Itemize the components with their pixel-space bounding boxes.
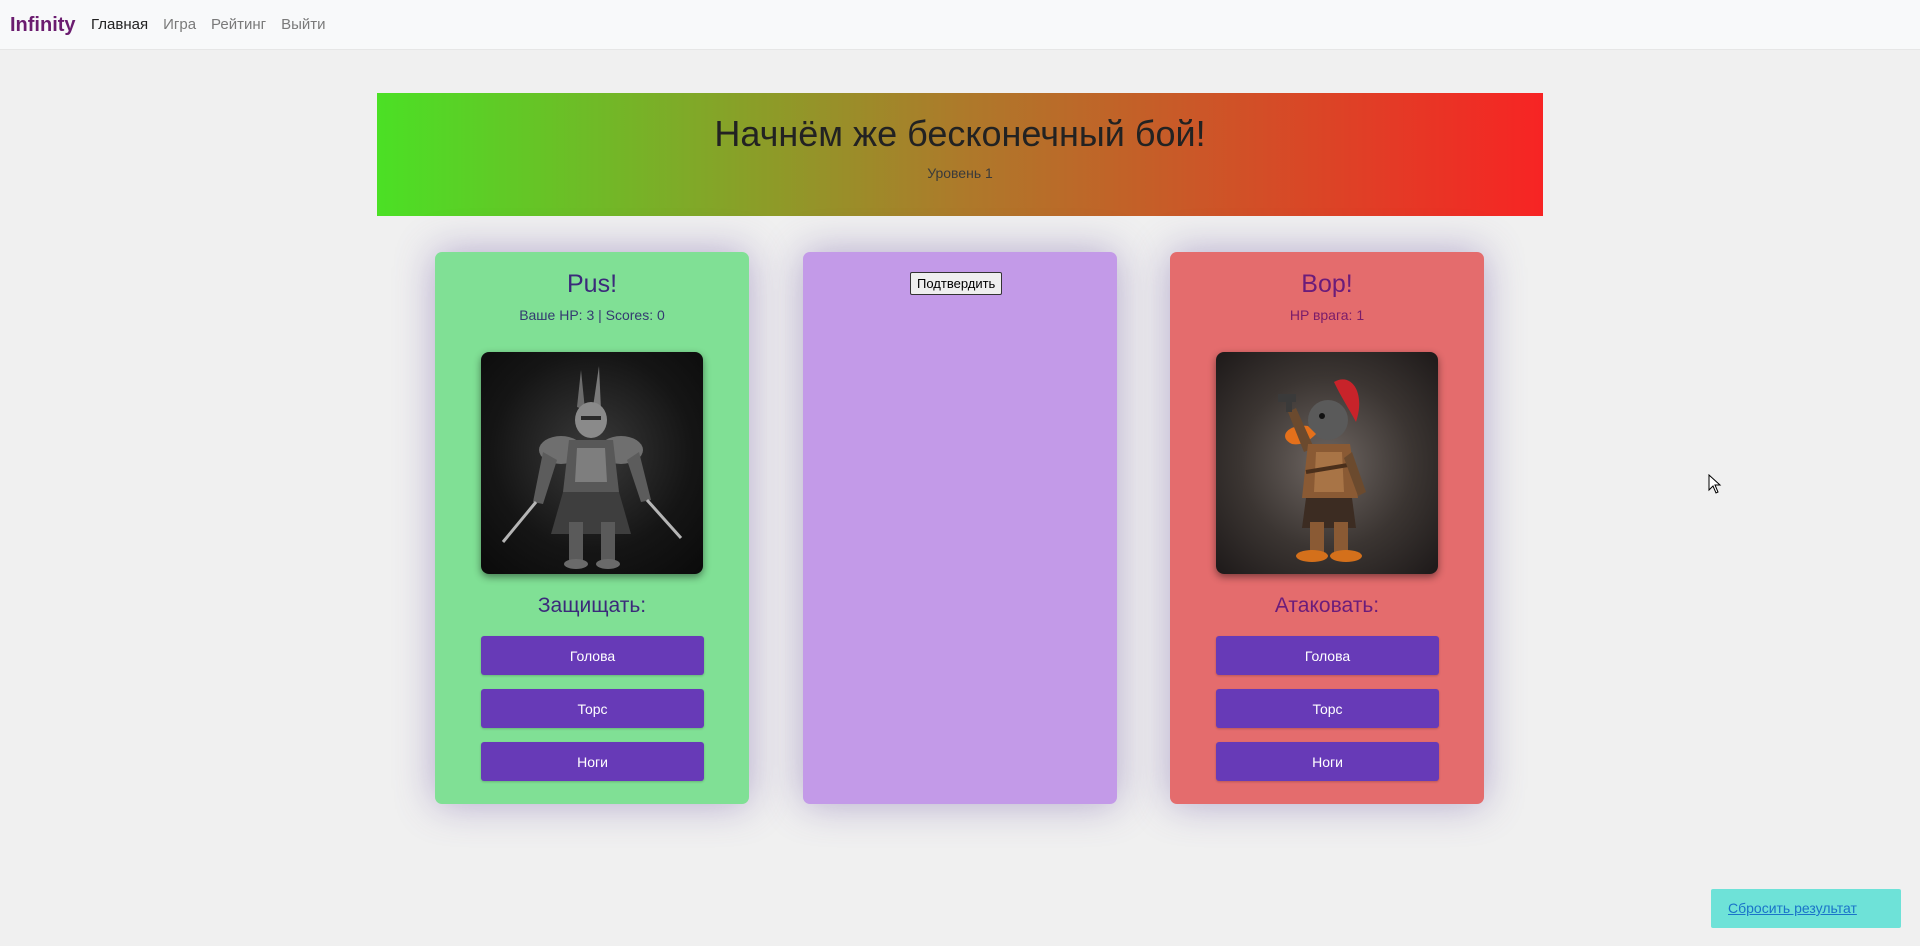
- battle-banner: Начнём же бесконечный бой! Уровень 1: [377, 93, 1543, 216]
- enemy-stats: HP врага: 1: [1289, 307, 1365, 323]
- armored-knight-portrait: [481, 352, 703, 574]
- player-name: Pus!: [566, 270, 618, 298]
- duck-figure-icon: [1278, 379, 1366, 562]
- attack-head-button[interactable]: Голова: [1216, 636, 1439, 675]
- top-navbar: Infinity Главная Игра Рейтинг Выйти: [0, 0, 1920, 50]
- level-indicator: Уровень 1: [927, 165, 993, 181]
- player-card: Pus! Ваше HP: 3 | Scores: 0 Защищать: Го…: [435, 252, 749, 804]
- attack-label: Атаковать:: [1274, 594, 1380, 617]
- defend-head-button[interactable]: Голова: [481, 636, 704, 675]
- nav-links: Главная Игра Рейтинг Выйти: [91, 16, 326, 33]
- confirm-button[interactable]: Подтвердить: [910, 272, 1003, 295]
- mouse-cursor-icon: [1708, 474, 1722, 494]
- battle-log-card: Подтвердить: [803, 252, 1117, 804]
- nav-link-rating[interactable]: Рейтинг: [211, 16, 266, 33]
- duck-thief-portrait: [1216, 352, 1438, 574]
- defend-legs-button[interactable]: Ноги: [481, 742, 704, 781]
- reset-panel: Сбросить результат: [1711, 889, 1901, 928]
- reset-score-link[interactable]: Сбросить результат: [1728, 900, 1857, 916]
- nav-link-home[interactable]: Главная: [91, 16, 148, 33]
- nav-link-logout[interactable]: Выйти: [281, 16, 325, 33]
- attack-legs-button[interactable]: Ноги: [1216, 742, 1439, 781]
- nav-link-game[interactable]: Игра: [163, 16, 196, 33]
- defend-label: Защищать:: [537, 594, 647, 617]
- knight-figure-icon: [501, 366, 683, 569]
- attack-torso-button[interactable]: Торс: [1216, 689, 1439, 728]
- player-stats: Ваше HP: 3 | Scores: 0: [519, 307, 665, 323]
- defend-torso-button[interactable]: Торс: [481, 689, 704, 728]
- banner-title: Начнём же бесконечный бой!: [714, 113, 1206, 154]
- enemy-card: Вор! HP врага: 1 Атаковать: Голова Торс …: [1170, 252, 1484, 804]
- brand-logo[interactable]: Infinity: [10, 14, 76, 37]
- enemy-name: Вор!: [1301, 270, 1353, 298]
